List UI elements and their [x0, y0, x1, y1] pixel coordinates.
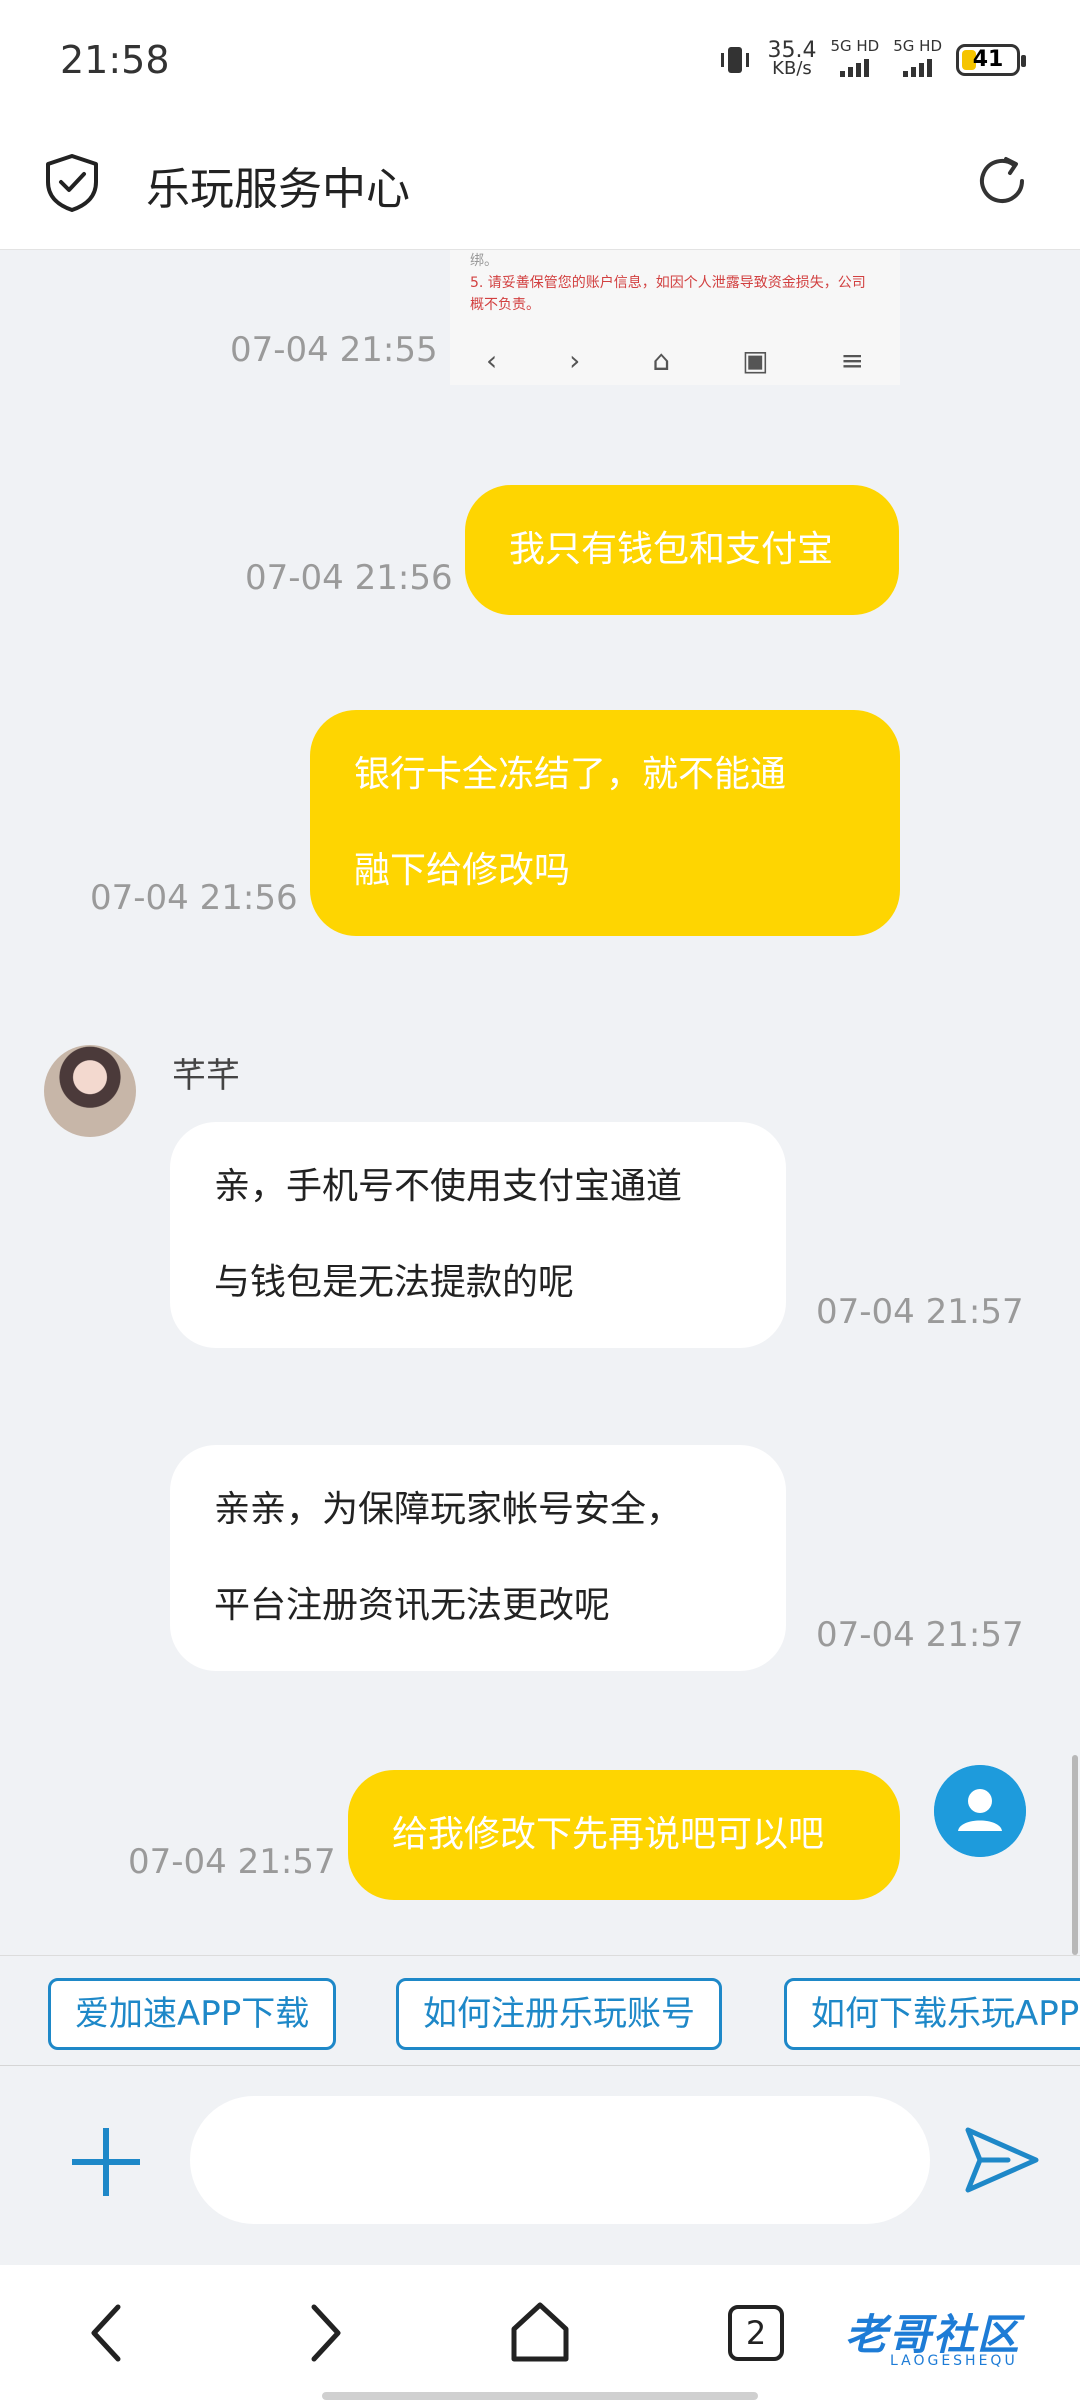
my-message-bubble[interactable]: 银行卡全冻结了，就不能通 融下给修改吗: [310, 710, 900, 936]
signal-2-icon: [903, 55, 933, 77]
network-2-label: 5G HD: [893, 37, 942, 55]
speed-unit: KB/s: [772, 57, 812, 79]
message-line: 亲亲，为保障玩家帐号安全，: [214, 1489, 683, 1530]
home-indicator[interactable]: [322, 2392, 758, 2400]
home-icon: ⌂: [652, 344, 671, 377]
input-bar: [0, 2065, 1080, 2265]
app-header: 乐玩服务中心: [0, 125, 1080, 250]
image-message[interactable]: 绑。 5. 请妥善保管您的账户信息，如因个人泄露导致资金损失，公司 概不负责。 …: [450, 250, 900, 385]
image-nav: ‹ › ⌂ ▣ ≡: [450, 344, 900, 377]
image-text-line1: 5. 请妥善保管您的账户信息，如因个人泄露导致资金损失，公司: [470, 275, 866, 291]
quick-reply-chip[interactable]: 爱加速APP下载: [48, 1978, 337, 2050]
back-icon[interactable]: [68, 2293, 148, 2373]
agent-message-bubble[interactable]: 亲，手机号不使用支付宝通道 与钱包是无法提款的呢: [170, 1122, 786, 1348]
quick-replies: 爱加速APP下载 如何注册乐玩账号 如何下载乐玩APP: [0, 1955, 1080, 2065]
message-time: 07-04 21:56: [90, 878, 298, 918]
status-time: 21:58: [60, 38, 170, 82]
message-time: 07-04 21:57: [128, 1842, 336, 1882]
message-time: 07-04 21:57: [816, 1615, 1024, 1655]
message-time: 07-04 21:55: [230, 330, 438, 370]
agent-avatar[interactable]: [44, 1045, 136, 1137]
message-time: 07-04 21:57: [816, 1292, 1024, 1332]
chat-area[interactable]: 绑。 5. 请妥善保管您的账户信息，如因个人泄露导致资金损失，公司 概不负责。 …: [0, 250, 1080, 1955]
my-message-bubble[interactable]: 给我修改下先再说吧可以吧: [348, 1770, 900, 1900]
battery-level: 41: [972, 47, 1004, 72]
image-text-top: 绑。: [470, 253, 498, 269]
network-speed: 35.4 KB/s: [767, 39, 816, 79]
forward-icon[interactable]: [284, 2293, 364, 2373]
message-line: 融下给修改吗: [354, 850, 571, 891]
quick-reply-chip[interactable]: 如何下载乐玩APP: [784, 1978, 1080, 2050]
quick-reply-chip[interactable]: 如何注册乐玩账号: [396, 1978, 722, 2050]
message-input[interactable]: [190, 2096, 930, 2224]
browser-navbar: 2 老哥社区 LAOGESHEQU: [0, 2265, 1080, 2408]
plus-icon[interactable]: [66, 2122, 146, 2202]
tabs-icon: ▣: [742, 344, 769, 377]
agent-name: 芊芊: [172, 1056, 240, 1096]
message-line: 亲，手机号不使用支付宝通道: [214, 1166, 683, 1207]
send-icon[interactable]: [962, 2124, 1042, 2196]
network-2: 5G HD: [893, 38, 942, 81]
tabs-button[interactable]: 2: [728, 2305, 808, 2385]
message-line: 银行卡全冻结了，就不能通: [354, 754, 787, 795]
battery-icon: 41: [956, 43, 1026, 76]
signal-1-icon: [840, 55, 870, 77]
forward-icon: ›: [569, 344, 581, 377]
agent-message-bubble[interactable]: 亲亲，为保障玩家帐号安全， 平台注册资讯无法更改呢: [170, 1445, 786, 1671]
back-icon: ‹: [485, 344, 498, 377]
page-title: 乐玩服务中心: [146, 164, 410, 215]
image-text: 绑。 5. 请妥善保管您的账户信息，如因个人泄露导致资金损失，公司 概不负责。: [470, 250, 880, 316]
message-line: 与钱包是无法提款的呢: [214, 1262, 575, 1303]
my-message-bubble[interactable]: 我只有钱包和支付宝: [465, 485, 899, 615]
network-1-label: 5G HD: [830, 37, 880, 55]
user-avatar-icon[interactable]: [934, 1765, 1026, 1857]
watermark-sub: LAOGESHEQU: [890, 2353, 1018, 2369]
refresh-icon[interactable]: [972, 151, 1032, 211]
status-icons: 35.4 KB/s 5G HD 5G HD 41: [717, 38, 1026, 81]
message-time: 07-04 21:56: [245, 558, 453, 598]
network-1: 5G HD: [830, 38, 879, 81]
vibrate-icon: [721, 46, 750, 73]
message-line: 平台注册资讯无法更改呢: [214, 1585, 611, 1626]
chat-scrollbar[interactable]: [1072, 1755, 1078, 1955]
menu-icon: ≡: [840, 344, 864, 377]
status-bar: 21:58 35.4 KB/s 5G HD 5G HD 41: [0, 0, 1080, 125]
image-text-line2: 概不负责。: [470, 297, 540, 313]
home-icon[interactable]: [500, 2293, 580, 2373]
tabs-count: 2: [728, 2305, 784, 2361]
shield-check-icon: [46, 154, 98, 212]
